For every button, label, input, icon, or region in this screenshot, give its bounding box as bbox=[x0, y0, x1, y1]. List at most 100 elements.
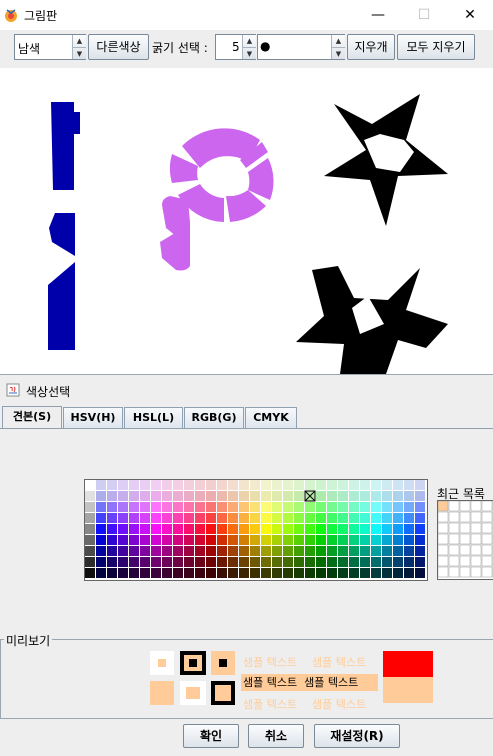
swatch-cell[interactable] bbox=[250, 491, 260, 501]
other-color-button[interactable]: 다른색상 bbox=[88, 34, 149, 60]
swatch-cell[interactable] bbox=[382, 524, 392, 534]
swatch-cell[interactable] bbox=[151, 546, 161, 556]
swatch-cell[interactable] bbox=[316, 524, 326, 534]
swatch-cell[interactable] bbox=[140, 480, 150, 490]
swatch-cell[interactable] bbox=[173, 480, 183, 490]
swatch-cell[interactable] bbox=[250, 502, 260, 512]
swatch-cell[interactable] bbox=[272, 524, 282, 534]
swatch-cell[interactable] bbox=[129, 535, 139, 545]
swatch-cell[interactable] bbox=[184, 535, 194, 545]
swatch-cell[interactable] bbox=[272, 568, 282, 578]
swatch-cell[interactable] bbox=[239, 524, 249, 534]
swatch-cell[interactable] bbox=[85, 568, 95, 578]
swatch-cell[interactable] bbox=[184, 568, 194, 578]
swatch-cell[interactable] bbox=[85, 524, 95, 534]
tab-cmyk[interactable]: CMYK bbox=[245, 407, 297, 428]
swatch-cell[interactable] bbox=[305, 535, 315, 545]
swatch-cell[interactable] bbox=[283, 502, 293, 512]
swatch-cell[interactable] bbox=[107, 491, 117, 501]
swatch-cell[interactable] bbox=[184, 502, 194, 512]
swatch-cell[interactable] bbox=[85, 513, 95, 523]
recent-color-cell[interactable] bbox=[448, 544, 460, 556]
swatch-cell[interactable] bbox=[173, 535, 183, 545]
swatch-cell[interactable] bbox=[305, 557, 315, 567]
swatch-cell[interactable] bbox=[118, 524, 128, 534]
swatch-cell[interactable] bbox=[327, 546, 337, 556]
swatch-cell[interactable] bbox=[140, 491, 150, 501]
swatch-cell[interactable] bbox=[272, 535, 282, 545]
swatch-cell[interactable] bbox=[118, 557, 128, 567]
tab-hsl[interactable]: HSL(L) bbox=[124, 407, 183, 428]
swatch-cell[interactable] bbox=[96, 524, 106, 534]
swatch-cell[interactable] bbox=[217, 546, 227, 556]
recent-color-cell[interactable] bbox=[438, 501, 449, 512]
recent-color-cell[interactable] bbox=[459, 566, 471, 578]
swatch-cell[interactable] bbox=[206, 480, 216, 490]
swatch-cell[interactable] bbox=[382, 502, 392, 512]
swatch-cell[interactable] bbox=[217, 568, 227, 578]
swatch-cell[interactable] bbox=[162, 557, 172, 567]
swatch-cell[interactable] bbox=[239, 480, 249, 490]
swatch-cell[interactable] bbox=[338, 546, 348, 556]
minimize-button[interactable]: — bbox=[355, 0, 401, 30]
swatch-cell[interactable] bbox=[393, 568, 403, 578]
swatch-cell[interactable] bbox=[283, 480, 293, 490]
swatch-cell[interactable] bbox=[415, 502, 425, 512]
swatch-cell[interactable] bbox=[151, 513, 161, 523]
swatch-cell[interactable] bbox=[294, 546, 304, 556]
swatch-cell[interactable] bbox=[316, 491, 326, 501]
recent-color-cell[interactable] bbox=[481, 566, 493, 578]
swatch-cell[interactable] bbox=[206, 557, 216, 567]
recent-color-cell[interactable] bbox=[481, 533, 493, 545]
swatch-cell[interactable] bbox=[118, 480, 128, 490]
swatch-cell[interactable] bbox=[349, 513, 359, 523]
swatch-cell[interactable] bbox=[261, 524, 271, 534]
recent-color-cell[interactable] bbox=[438, 522, 449, 534]
swatch-cell[interactable] bbox=[239, 557, 249, 567]
swatch-cell[interactable] bbox=[316, 480, 326, 490]
swatch-cell[interactable] bbox=[360, 568, 370, 578]
swatch-cell[interactable] bbox=[415, 535, 425, 545]
swatch-cell[interactable] bbox=[250, 568, 260, 578]
swatch-cell[interactable] bbox=[96, 568, 106, 578]
swatch-cell[interactable] bbox=[272, 557, 282, 567]
spin-up-icon[interactable]: ▲ bbox=[332, 35, 345, 47]
swatch-cell[interactable] bbox=[393, 557, 403, 567]
swatch-cell[interactable] bbox=[327, 513, 337, 523]
swatch-cell[interactable] bbox=[305, 524, 315, 534]
swatch-cell[interactable] bbox=[327, 502, 337, 512]
swatch-cell[interactable] bbox=[261, 480, 271, 490]
recent-color-cell[interactable] bbox=[470, 566, 482, 578]
swatch-grid[interactable] bbox=[84, 479, 428, 581]
recent-color-cell[interactable] bbox=[448, 501, 460, 512]
swatch-cell[interactable] bbox=[338, 535, 348, 545]
recent-color-cell[interactable] bbox=[448, 511, 460, 523]
swatch-cell[interactable] bbox=[151, 535, 161, 545]
swatch-cell[interactable] bbox=[206, 491, 216, 501]
color-combo[interactable]: 남색 ▲ ▼ bbox=[14, 34, 86, 60]
swatch-cell[interactable] bbox=[129, 524, 139, 534]
swatch-cell[interactable] bbox=[338, 568, 348, 578]
spin-down-icon[interactable]: ▼ bbox=[73, 47, 86, 60]
swatch-cell[interactable] bbox=[228, 480, 238, 490]
swatch-cell[interactable] bbox=[151, 568, 161, 578]
swatch-cell[interactable] bbox=[360, 524, 370, 534]
swatch-cell[interactable] bbox=[118, 546, 128, 556]
swatch-cell[interactable] bbox=[129, 480, 139, 490]
swatch-cell[interactable] bbox=[140, 546, 150, 556]
swatch-cell[interactable] bbox=[272, 513, 282, 523]
swatch-cell[interactable] bbox=[184, 546, 194, 556]
swatch-cell[interactable] bbox=[338, 557, 348, 567]
swatch-cell[interactable] bbox=[415, 491, 425, 501]
swatch-cell[interactable] bbox=[327, 480, 337, 490]
recent-color-cell[interactable] bbox=[470, 501, 482, 512]
swatch-cell[interactable] bbox=[294, 568, 304, 578]
swatch-cell[interactable] bbox=[206, 502, 216, 512]
recent-color-cell[interactable] bbox=[459, 522, 471, 534]
swatch-cell[interactable] bbox=[272, 502, 282, 512]
swatch-cell[interactable] bbox=[250, 480, 260, 490]
swatch-cell[interactable] bbox=[415, 513, 425, 523]
swatch-cell[interactable] bbox=[140, 535, 150, 545]
swatch-cell[interactable] bbox=[283, 524, 293, 534]
swatch-cell[interactable] bbox=[272, 546, 282, 556]
